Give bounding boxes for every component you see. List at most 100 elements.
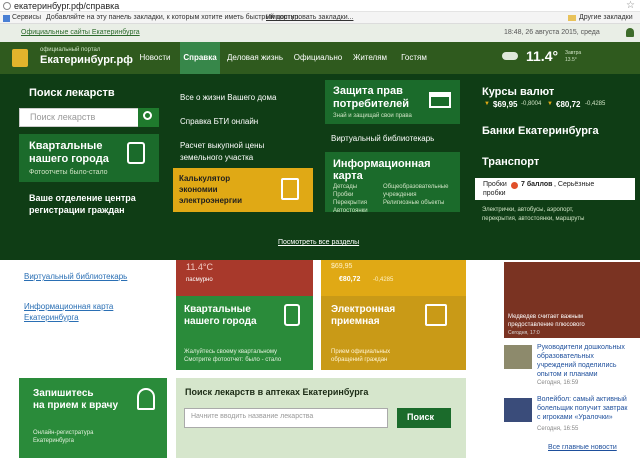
mega-link-library[interactable]: Виртуальный библиотекарь: [331, 134, 434, 143]
infomap-title-1: Информационная: [333, 158, 431, 170]
news-2-l2[interactable]: болельщик получит завтрак: [537, 405, 627, 412]
currency-card[interactable]: $69,95 €80,72 -0,4285: [321, 260, 466, 296]
calculator-tile[interactable]: Калькулятор экономии электроэнергии: [173, 168, 313, 212]
mega-link-land-1[interactable]: Расчет выкупной цены: [180, 141, 264, 150]
user-icon[interactable]: [626, 28, 634, 37]
other-bookmarks[interactable]: Другие закладки: [579, 14, 633, 21]
infomap-tile[interactable]: Информационная карта Детсады Пробки Пере…: [325, 152, 460, 214]
card-el-sub-2: обращений граждан: [331, 357, 388, 363]
bookmark-services[interactable]: Сервисы: [12, 14, 41, 21]
weather-tomorrow-label: Завтра: [565, 50, 582, 56]
card-weather-sub: пасмурно: [186, 277, 213, 283]
pharmacy-search-button-label: Поиск: [407, 412, 435, 422]
bookmarks-bar: Сервисы Добавляйте на эту панель закладк…: [0, 12, 640, 24]
infomap-item[interactable]: Автостоянки: [333, 208, 368, 214]
office-link-1[interactable]: Ваше отделение центра: [29, 193, 136, 203]
nav-business[interactable]: Деловая жизнь: [222, 42, 288, 74]
weather-temp[interactable]: 11.4°: [526, 48, 558, 64]
card-eur-delta: -0,4285: [373, 277, 394, 283]
pharmacy-search-input[interactable]: Начните вводить название лекарства: [184, 408, 388, 428]
card-usd: $69,95: [331, 263, 353, 270]
infomap-item[interactable]: Пробки: [333, 192, 353, 198]
infomap-item[interactable]: учреждения: [383, 192, 417, 198]
consumer-rights-tile[interactable]: Защита прав потребителей Знай и защищай …: [325, 80, 460, 124]
doctor-appointment-card[interactable]: Запишитесь на прием к врачу Онлайн-регис…: [19, 378, 167, 458]
news-2-l1[interactable]: Волейбол: самый активный: [537, 396, 627, 403]
eur-delta: -0,4285: [585, 101, 606, 107]
address-bar[interactable]: екатеринбург.рф/справка ☆: [0, 0, 640, 12]
all-sections-link[interactable]: Посмотреть все разделы: [278, 239, 359, 246]
official-sites-link[interactable]: Официальные сайты Екатеринбурга: [21, 29, 140, 36]
probki-text-2: пробки: [483, 190, 506, 197]
weather-tomorrow-temp: 13.5°: [565, 57, 577, 63]
drug-search-placeholder: Поиск лекарств: [30, 112, 96, 122]
infomap-title-2: карта: [333, 170, 363, 182]
card-el-sub-1: Прием официальных: [331, 349, 391, 355]
left-link-infomap-2[interactable]: Екатеринбурга: [24, 313, 79, 322]
apps-icon[interactable]: [3, 15, 10, 22]
import-bookmarks-link[interactable]: Импортировать закладки...: [266, 14, 353, 21]
nav-spravka[interactable]: Справка: [180, 42, 220, 74]
pravo-sub: Знай и защищай свои права: [333, 113, 412, 119]
infomap-item[interactable]: Детсады: [333, 184, 357, 190]
card-kv-sub-2: Смотрите фотоотчет: было - стало: [184, 357, 282, 363]
infomap-item[interactable]: Общеобразовательные: [383, 184, 448, 190]
drug-search-button[interactable]: [138, 108, 159, 127]
news-1-l2[interactable]: образовательных: [537, 353, 594, 360]
doctor-icon: [137, 388, 155, 410]
transport-link[interactable]: Транспорт: [482, 156, 539, 168]
star-icon[interactable]: ☆: [626, 0, 635, 11]
news-1-l1[interactable]: Руководители дошкольных: [537, 344, 625, 351]
office-link-2[interactable]: регистрации граждан: [29, 205, 125, 215]
mega-link-land-2[interactable]: земельного участка: [180, 153, 253, 162]
card-weather-temp: 11.4°С: [186, 262, 213, 272]
mega-link-house[interactable]: Все о жизни Вашего дома: [180, 93, 276, 102]
nav-news[interactable]: Новости: [136, 42, 174, 74]
nav-residents[interactable]: Жителям: [346, 42, 394, 74]
triangle-down-icon: ▼: [547, 101, 553, 107]
cloud-icon: [502, 52, 518, 60]
news-2-l3[interactable]: с игроками «Уралочки»: [537, 414, 613, 421]
weather-card[interactable]: 11.4°С пасмурно: [176, 260, 313, 296]
news-thumb[interactable]: [504, 345, 532, 369]
news-photo[interactable]: Медведев считает важным предоставление п…: [504, 262, 640, 338]
card-zap-sub-2: Екатеринбурга: [33, 438, 74, 444]
mega-link-bti[interactable]: Справка БТИ онлайн: [180, 117, 258, 126]
card-zap-title-2: на прием к врачу: [33, 400, 118, 411]
all-news-link[interactable]: Все главные новости: [548, 444, 617, 451]
calc-title-2: экономии: [179, 185, 218, 194]
e-reception-card[interactable]: Электронная приемная Прием официальных о…: [321, 296, 466, 370]
transport-links-1[interactable]: Электрички, автобусы, аэропорт,: [482, 207, 573, 213]
calculator-icon: [281, 178, 299, 200]
infomap-item[interactable]: Религиозные объекты: [383, 200, 444, 206]
kvartalnye-card[interactable]: Квартальные нашего города Жалуйтесь свое…: [176, 296, 313, 370]
probki-score: 7 баллов: [521, 181, 553, 188]
traffic-widget[interactable]: Пробки 7 баллов , Серьёзные пробки: [475, 178, 635, 200]
nav-official[interactable]: Официально: [290, 42, 346, 74]
usd-rate: $69,95: [493, 100, 518, 109]
card-kv-title-1: Квартальные: [184, 304, 251, 315]
news-photo-caption-1: Медведев считает важным: [508, 314, 583, 320]
pharmacy-search-button[interactable]: Поиск: [397, 408, 451, 428]
news-1-l4[interactable]: опытом и планами: [537, 371, 598, 378]
document-icon: [425, 304, 447, 326]
kvartalnye-tile[interactable]: Квартальные нашего города Фотоотчеты был…: [19, 134, 159, 182]
left-link-infomap-1[interactable]: Информационная карта: [24, 302, 113, 311]
url-text[interactable]: екатеринбург.рф/справка: [14, 1, 119, 11]
probki-label: Пробки: [483, 181, 507, 188]
card-zap-sub-1: Онлайн-регистратура: [33, 430, 94, 436]
transport-links-2[interactable]: перекрытия, автостоянки, маршруты: [482, 216, 584, 222]
news-thumb[interactable]: [504, 398, 532, 422]
infomap-item[interactable]: Перекрытия: [333, 200, 367, 206]
usd-delta: -0,8004: [521, 101, 542, 107]
drug-search-title[interactable]: Поиск лекарств: [29, 87, 115, 99]
courthouse-icon: [429, 92, 451, 108]
rates-title[interactable]: Курсы валют: [482, 86, 554, 98]
banks-link[interactable]: Банки Екатеринбурга: [482, 125, 599, 137]
news-1-date: Сегодня, 16:59: [537, 380, 579, 386]
card-el-title-2: приемная: [331, 316, 380, 327]
nav-guests[interactable]: Гостям: [394, 42, 434, 74]
card-eur: €80,72: [339, 276, 361, 283]
left-link-library[interactable]: Виртуальный библиотекарь: [24, 272, 127, 281]
news-1-l3[interactable]: учреждений поделились: [537, 362, 617, 369]
